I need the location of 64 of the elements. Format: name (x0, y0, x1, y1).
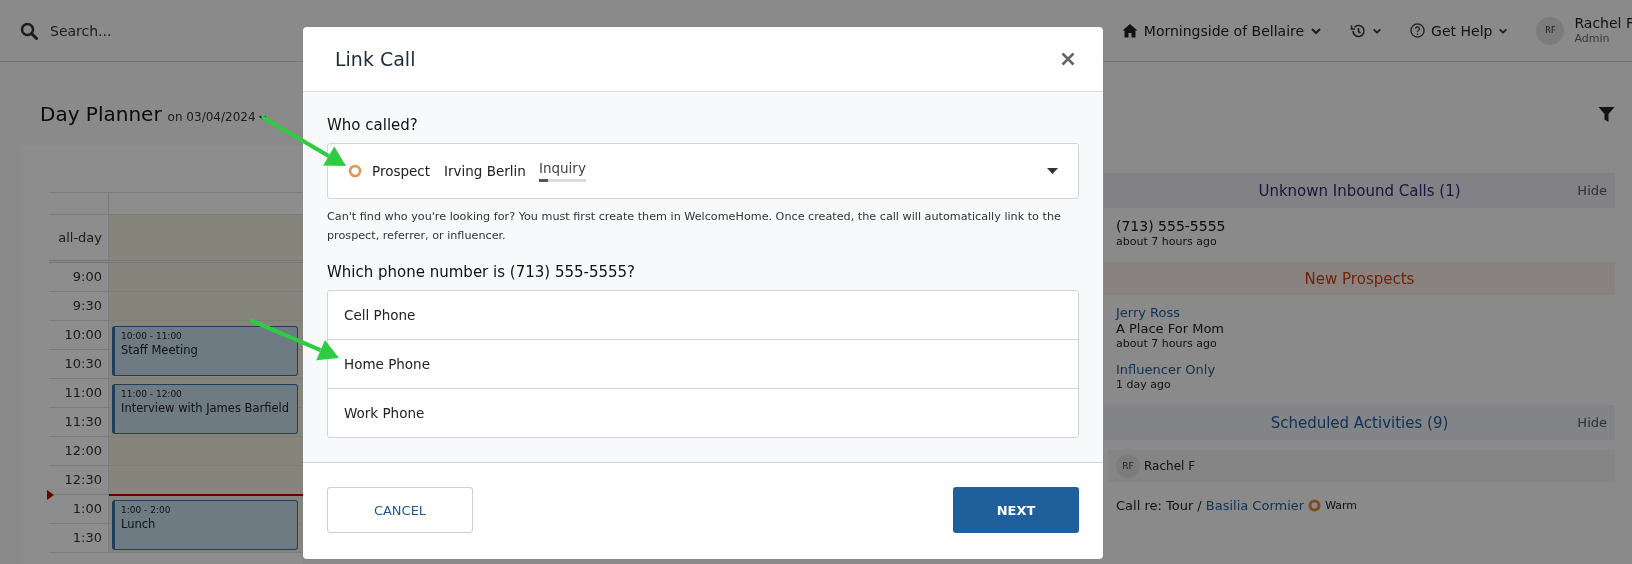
activity-label: Call re: Tour / (1116, 498, 1202, 513)
contact-dropdown[interactable]: Prospect Irving Berlin Inquiry (327, 143, 1079, 199)
contact-stage: Inquiry (538, 160, 586, 176)
section-title: New Prospects (1304, 269, 1415, 288)
time-label: 10:00 (49, 321, 109, 349)
event-time: 10:00 - 11:00 (121, 331, 183, 341)
event-title: Staff Meeting (121, 343, 199, 357)
history-dropdown[interactable] (1350, 22, 1383, 39)
calendar-event[interactable]: 10:00 - 11:00 Staff Meeting (112, 326, 298, 376)
ring-icon (348, 164, 362, 178)
owner-avatar: RF (1116, 454, 1140, 478)
phone-number: (713) 555-5555 (1116, 218, 1227, 234)
filter-icon[interactable] (1598, 105, 1615, 123)
page-title: Day Planner (40, 102, 162, 126)
history-icon (1350, 22, 1367, 39)
time-label: 1:30 (49, 524, 109, 552)
call-time: about 7 hours ago (1116, 235, 1218, 248)
cancel-button[interactable]: CANCEL (327, 487, 473, 533)
phone-option[interactable]: Work Phone (328, 388, 1078, 437)
time-label: 9:30 (49, 292, 109, 320)
section-title: Scheduled Activities (9) (1270, 413, 1449, 432)
current-time-marker-icon (47, 490, 54, 500)
hide-link[interactable]: Hide (1577, 415, 1607, 430)
dialog-title: Link Call (335, 48, 416, 70)
community-dropdown[interactable]: Morningside of Bellaire (1121, 22, 1323, 39)
status-label: Warm (1325, 499, 1358, 512)
prospect-time: about 7 hours ago (1116, 337, 1218, 350)
date-picker[interactable]: on 03/04/2024 (167, 110, 267, 124)
next-button[interactable]: NEXT (953, 487, 1079, 533)
time-label: 12:00 (49, 437, 109, 465)
phone-option[interactable]: Cell Phone (328, 291, 1078, 339)
time-label: 10:30 (49, 350, 109, 378)
time-label: 11:30 (49, 408, 109, 436)
event-time: 1:00 - 2:00 (121, 505, 172, 515)
calendar-event[interactable]: 1:00 - 2:00 Lunch (112, 500, 298, 550)
section-title: Unknown Inbound Calls (1) (1258, 181, 1461, 200)
time-label: 11:00 (49, 379, 109, 407)
question-label: Which phone number is (713) 555-5555? (327, 263, 637, 281)
question-label: Who called? (327, 116, 419, 134)
help-text: Can't find who you're looking for? You must first create them in WelcomeHome. Once created, the call will automatically link to the prospect, referrer, or influencer. (327, 209, 1062, 244)
home-icon (1121, 23, 1138, 38)
contact-type: Prospect (372, 163, 431, 179)
search-field[interactable]: Search... (48, 21, 222, 40)
prospect-link[interactable]: Jerry Ross (1116, 305, 1605, 320)
user-role: Admin (1574, 30, 1610, 47)
question-circle-icon (1410, 23, 1426, 38)
time-label: 9:00 (49, 263, 109, 291)
close-icon[interactable] (1061, 52, 1075, 66)
calendar-event[interactable]: 11:00 - 12:00 Interview with James Barfield (112, 384, 298, 434)
event-title: Lunch (121, 517, 157, 531)
user-avatar: RF (1536, 16, 1565, 45)
ring-icon (1308, 499, 1322, 512)
contact-link[interactable]: Basilia Cormier (1205, 498, 1305, 513)
event-time: 11:00 - 12:00 (121, 389, 183, 399)
prospect-link[interactable]: Influencer Only (1116, 362, 1605, 377)
caret-down-icon (1047, 168, 1058, 174)
hide-link[interactable]: Hide (1577, 183, 1607, 198)
prospect-source: A Place For Mom (1116, 321, 1225, 336)
owner-name: Rachel F (1144, 459, 1196, 473)
help-dropdown[interactable]: Get Help (1410, 22, 1509, 39)
event-title: Interview with James Barfield (121, 401, 291, 415)
contact-name: Irving Berlin (444, 163, 526, 179)
search-icon (20, 21, 38, 40)
prospect-time: 1 day ago (1116, 378, 1172, 391)
